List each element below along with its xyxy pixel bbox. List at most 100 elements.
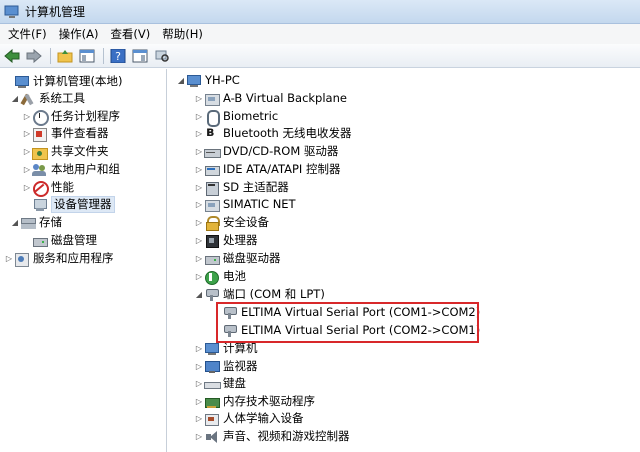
generic-device-icon [204,92,220,106]
forward-arrow-icon[interactable] [24,46,44,66]
show-hide-tree-icon[interactable] [77,46,97,66]
tree-item-label: Biometric [223,109,279,123]
expand-arrow-icon[interactable]: ▷ [194,94,204,103]
clock-icon [32,109,49,126]
highlight-annotation-box [216,302,479,343]
memory-icon [204,395,220,409]
shared-folder-icon [32,145,48,160]
audio-icon [204,430,220,444]
device-category-biometric[interactable]: ▷ Biometric [194,108,279,127]
device-category-audio-video[interactable]: ▷ 声音、视频和游戏控制器 [194,428,350,445]
expand-arrow-icon[interactable]: ▷ [194,272,204,281]
expand-arrow-icon[interactable]: ▷ [22,112,32,121]
expand-arrow-icon[interactable]: ▷ [194,183,204,192]
collapse-arrow-icon[interactable]: ◢ [10,218,20,227]
tree-item-label: 内存技术驱动程序 [223,394,315,408]
up-folder-icon[interactable] [55,46,75,66]
device-category-disk-drives[interactable]: ▷ 磁盘驱动器 [194,250,281,267]
expand-arrow-icon[interactable]: ▷ [194,129,204,138]
tree-item-label: 设备管理器 [51,196,115,213]
expand-arrow-icon[interactable]: ▷ [194,414,204,423]
device-scan-icon[interactable] [152,46,172,66]
tree-item-computer-management[interactable]: 计算机管理(本地) [4,73,122,90]
device-category-ab-virtual-backplane[interactable]: ▷ A-B Virtual Backplane [194,90,347,107]
expand-arrow-icon[interactable]: ▷ [194,362,204,371]
tree-item-task-scheduler[interactable]: ▷ 任务计划程序 [22,108,120,126]
tree-item-event-viewer[interactable]: ▷ 事件查看器 [22,125,109,142]
tree-item-label: 磁盘管理 [51,233,97,247]
expand-arrow-icon[interactable]: ▷ [194,236,204,245]
ide-controller-icon [204,163,220,177]
menu-help[interactable]: 帮助(H) [156,24,209,44]
tree-item-label: 磁盘驱动器 [223,251,281,265]
expand-arrow-icon[interactable]: ▷ [194,344,204,353]
fingerprint-icon [204,109,220,127]
expand-arrow-icon[interactable]: ▷ [4,254,14,263]
expand-arrow-icon[interactable]: ▷ [194,379,204,388]
device-category-ide-ata[interactable]: ▷ IDE ATA/ATAPI 控制器 [194,161,341,178]
expand-arrow-icon[interactable]: ▷ [194,218,204,227]
expand-arrow-icon[interactable]: ▷ [194,432,204,441]
device-category-security[interactable]: ▷ 安全设备 [194,214,269,231]
performance-icon [32,180,49,197]
storage-icon [20,216,36,230]
expand-arrow-icon[interactable]: ▷ [22,165,32,174]
bluetooth-icon [204,125,220,141]
device-category-keyboards[interactable]: ▷ 键盘 [194,375,246,392]
tree-item-label: 声音、视频和游戏控制器 [223,429,350,443]
tree-item-label: SIMATIC NET [223,197,296,211]
expand-arrow-icon[interactable]: ▷ [22,183,32,192]
device-category-bluetooth[interactable]: ▷ Bluetooth 无线电收发器 [194,125,352,142]
device-category-monitors[interactable]: ▷ 监视器 [194,358,258,375]
collapse-arrow-icon[interactable]: ◢ [10,94,20,103]
expand-arrow-icon[interactable]: ▷ [194,147,204,156]
tree-item-local-users[interactable]: ▷ 本地用户和组 [22,161,120,178]
tree-item-disk-management[interactable]: 磁盘管理 [22,232,97,249]
tree-item-label: 性能 [51,180,74,194]
tree-item-services-apps[interactable]: ▷ 服务和应用程序 [4,250,114,267]
tree-item-performance[interactable]: ▷ 性能 [22,179,74,197]
expand-arrow-icon[interactable]: ▷ [22,129,32,138]
tree-item-storage[interactable]: ◢ 存储 [10,214,62,231]
collapse-arrow-icon[interactable]: ◢ [194,290,204,299]
device-category-sd-host[interactable]: ▷ SD 主适配器 [194,179,289,196]
device-category-dvd-cdrom[interactable]: ▷ DVD/CD-ROM 驱动器 [194,143,338,160]
computer-icon [186,74,202,88]
tree-item-label: 存储 [39,215,62,229]
device-root-yh-pc[interactable]: ◢ YH-PC [176,72,240,89]
tree-item-device-manager[interactable]: 设备管理器 [22,196,115,213]
device-tree: ◢ YH-PC ▷ A-B Virtual Backplane ▷ Biomet… [170,69,640,452]
device-category-ports[interactable]: ◢ 端口 (COM 和 LPT) [194,286,325,303]
security-lock-icon [204,215,220,231]
tree-item-label: 共享文件夹 [51,144,109,158]
expand-arrow-icon[interactable]: ▷ [194,112,204,121]
menu-action[interactable]: 操作(A) [53,24,105,44]
device-category-battery[interactable]: ▷ 电池 [194,268,246,285]
tree-item-label: SD 主适配器 [223,180,289,194]
device-category-hid[interactable]: ▷ 人体学输入设备 [194,410,304,427]
tree-item-system-tools[interactable]: ◢ 系统工具 [10,90,85,107]
expand-arrow-icon[interactable]: ▷ [194,200,204,209]
title-bar: 计算机管理 [0,0,640,24]
device-category-processor[interactable]: ▷ 处理器 [194,232,258,249]
menu-view[interactable]: 查看(V) [104,24,156,44]
device-category-simatic-net[interactable]: ▷ SIMATIC NET [194,196,296,213]
port-icon [204,288,220,302]
tree-item-label: 本地用户和组 [51,162,120,176]
expand-arrow-icon[interactable]: ▷ [194,254,204,263]
expand-arrow-icon[interactable]: ▷ [194,165,204,174]
expand-arrow-icon[interactable]: ▷ [194,397,204,406]
disk-icon [32,234,48,248]
tree-item-shared-folders[interactable]: ▷ 共享文件夹 [22,143,109,160]
help-icon[interactable]: ? [108,46,128,66]
back-arrow-icon[interactable] [2,46,22,66]
menu-file[interactable]: 文件(F) [2,24,53,44]
properties-icon[interactable] [130,46,150,66]
tree-item-label: 系统工具 [39,91,85,105]
collapse-arrow-icon[interactable]: ◢ [176,76,186,85]
tree-item-label: YH-PC [205,73,240,87]
expand-arrow-icon[interactable]: ▷ [22,147,32,156]
window-title: 计算机管理 [25,5,86,19]
device-category-memory-tech[interactable]: ▷ 内存技术驱动程序 [194,393,315,410]
tree-item-label: 键盘 [223,376,246,390]
